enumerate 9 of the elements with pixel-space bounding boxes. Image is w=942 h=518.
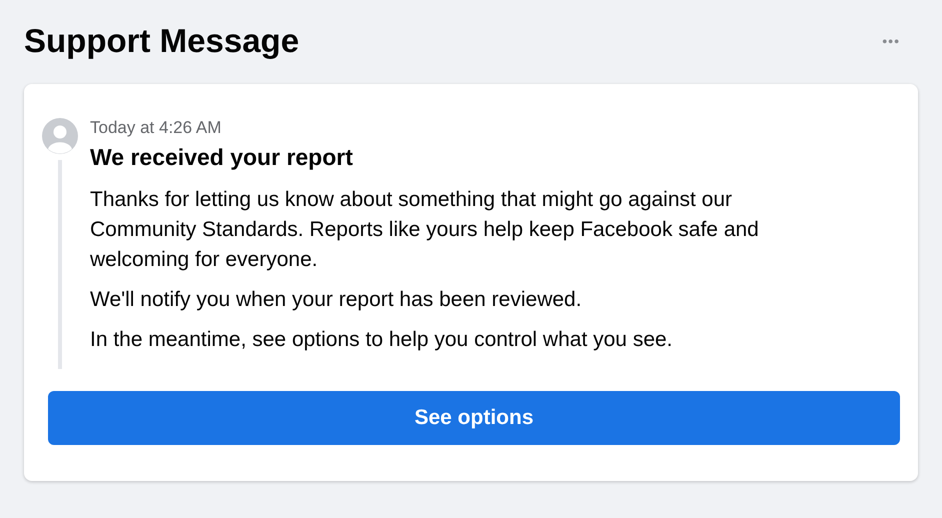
message-paragraph: In the meantime, see options to help you control what you see. (90, 327, 674, 353)
message-paragraph: Thanks for letting us know about something that might go against our Community Standards. Reports like yours help keep Facebook safe and welcoming for everyone. (90, 187, 760, 273)
see-options-button[interactable]: See options (48, 391, 900, 445)
message-title: We received your report (90, 144, 354, 171)
timestamp: Today at 4:26 AM (90, 118, 222, 138)
more-button[interactable]: ••• (878, 29, 904, 53)
message-paragraph: We'll notify you when your report has been reviewed. (90, 287, 583, 313)
avatar-icon (42, 118, 78, 154)
page-title: Support Message (24, 22, 300, 60)
